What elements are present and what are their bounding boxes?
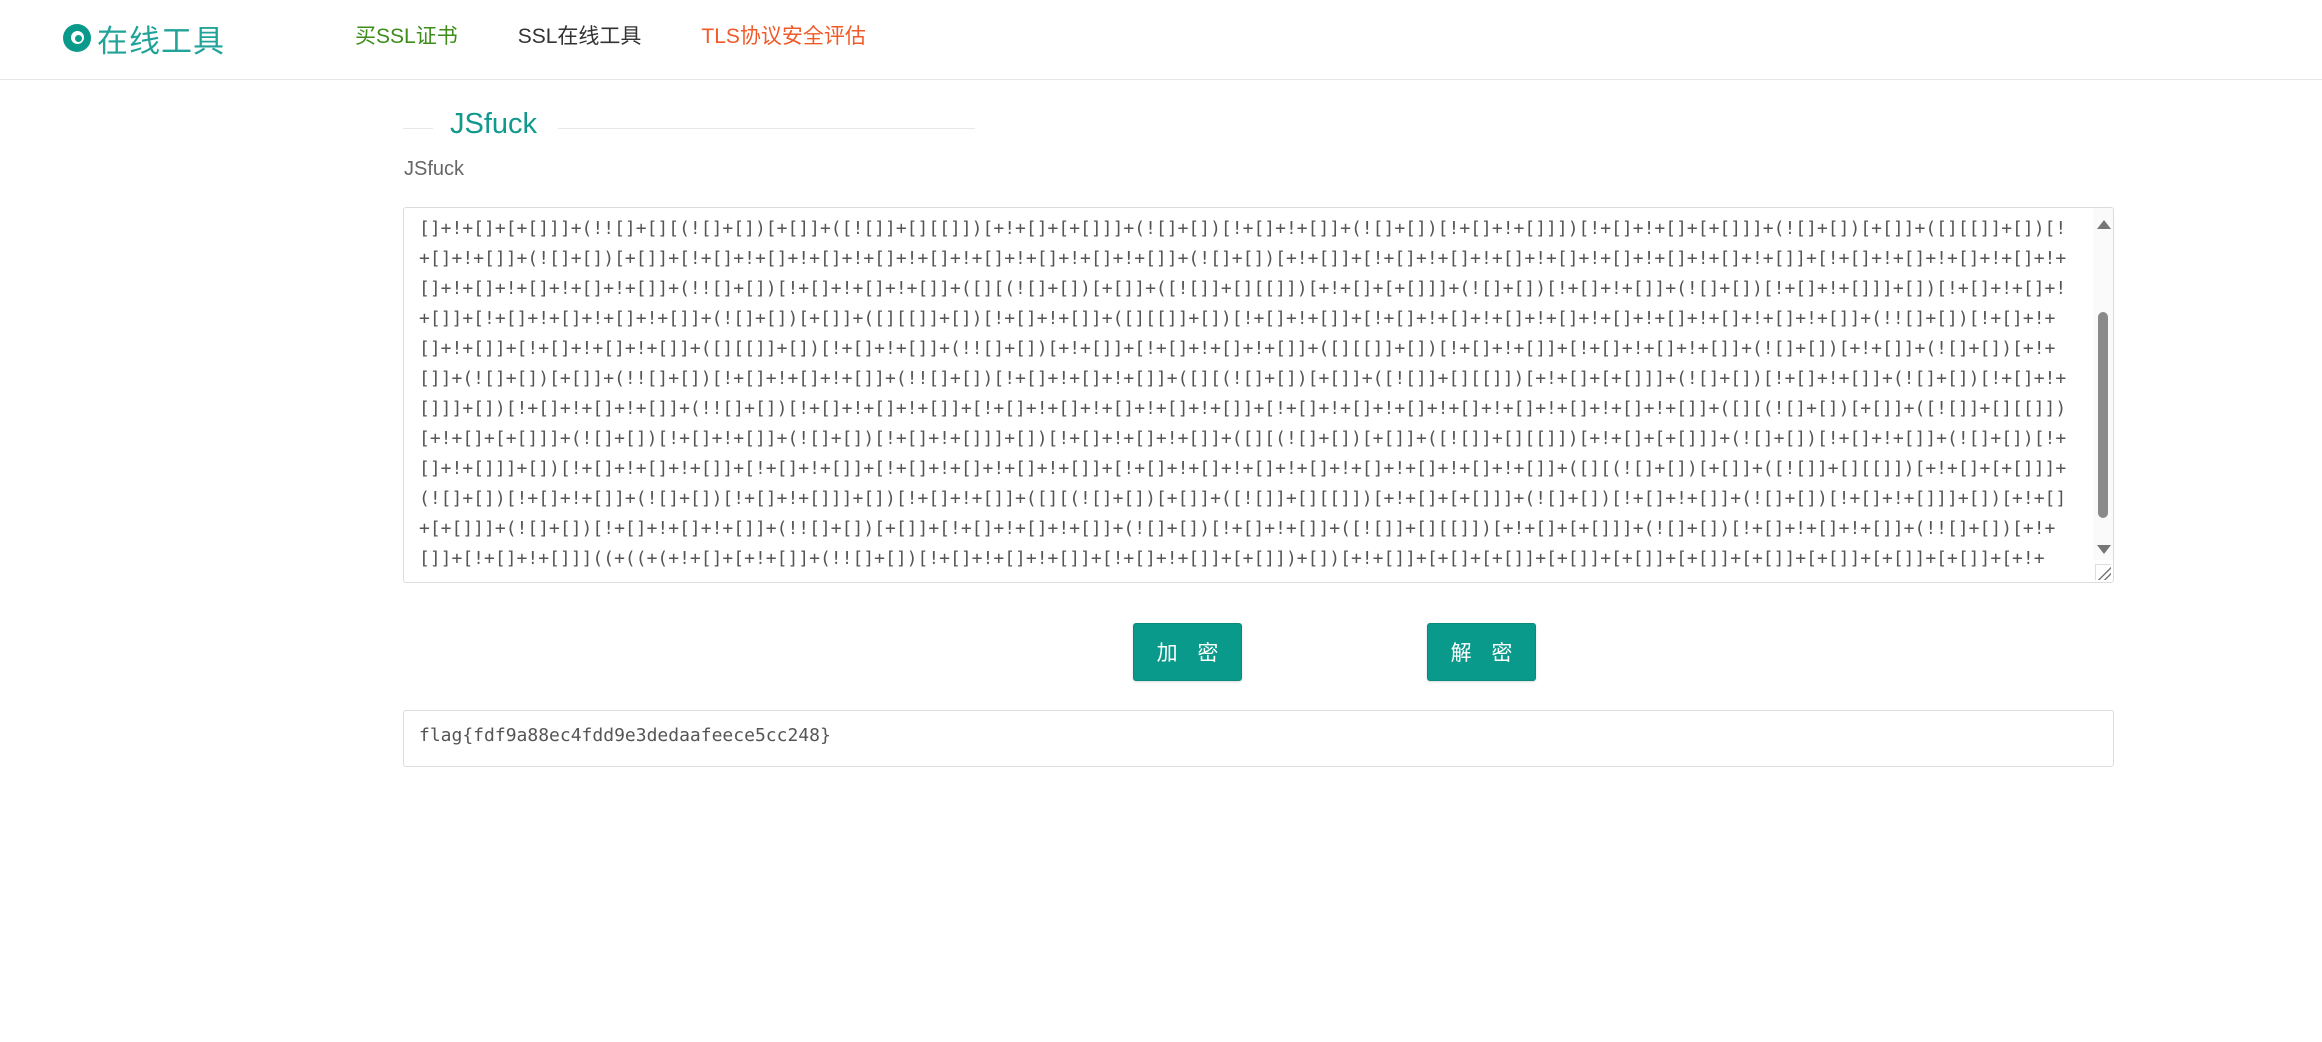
- top-header: 在线工具 买SSL证书 SSL在线工具 TLS协议安全评估: [0, 0, 2322, 80]
- page-title: JSfuck: [450, 108, 538, 140]
- logo-icon: [63, 24, 91, 52]
- scroll-down-icon[interactable]: [2097, 545, 2111, 554]
- code-input-text[interactable]: []+!+[]+[+[]]]+(!![]+[][(![]+[])[+[]]+([…: [419, 214, 2069, 574]
- scroll-up-icon[interactable]: [2097, 220, 2111, 229]
- nav-tls-assessment[interactable]: TLS协议安全评估: [701, 20, 866, 50]
- resize-grip-icon[interactable]: [2095, 564, 2111, 580]
- scroll-thumb[interactable]: [2098, 312, 2108, 518]
- decrypt-button[interactable]: 解 密: [1427, 623, 1536, 681]
- nav-buy-ssl[interactable]: 买SSL证书: [355, 20, 458, 50]
- code-input-textarea[interactable]: []+!+[]+[+[]]]+(!![]+[][(![]+[])[+[]]+([…: [403, 207, 2114, 583]
- encrypt-button[interactable]: 加 密: [1133, 623, 1242, 681]
- textarea-scrollbar[interactable]: [2093, 208, 2113, 560]
- input-label: JSfuck: [404, 158, 465, 180]
- main-nav: 买SSL证书 SSL在线工具 TLS协议安全评估: [355, 20, 926, 50]
- logo-text: 在线工具: [97, 23, 225, 59]
- section-title: JSfuck: [403, 104, 975, 152]
- nav-ssl-tools[interactable]: SSL在线工具: [518, 20, 642, 50]
- title-divider-right: [558, 128, 975, 129]
- title-divider-left: [403, 128, 433, 129]
- result-output-text: flag{fdf9a88ec4fdd9e3dedaafeece5cc248}: [419, 725, 831, 746]
- site-logo[interactable]: 在线工具: [63, 16, 225, 60]
- result-output-field[interactable]: flag{fdf9a88ec4fdd9e3dedaafeece5cc248}: [403, 710, 2114, 767]
